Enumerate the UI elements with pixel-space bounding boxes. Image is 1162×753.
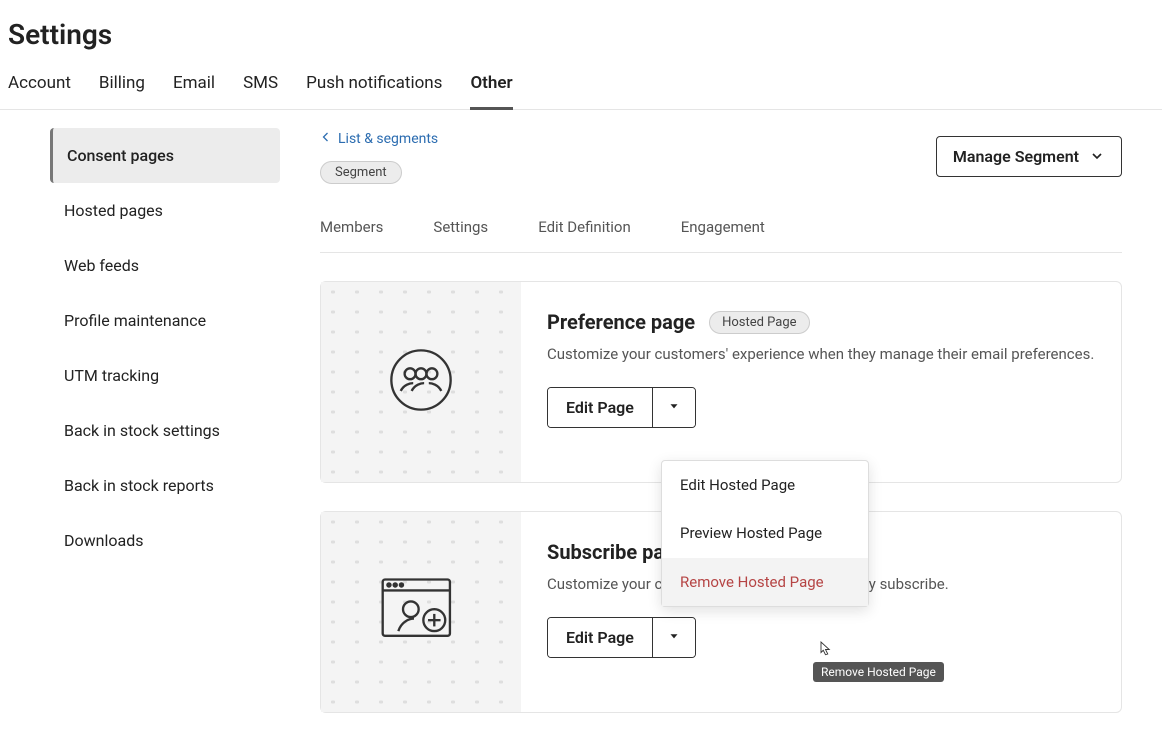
segment-inner-tabs: Members Settings Edit Definition Engagem…: [320, 208, 1122, 253]
preference-page-illustration: [321, 282, 521, 482]
arrow-left-icon: [320, 131, 332, 147]
main-content: List & segments Segment Manage Segment M…: [320, 128, 1122, 713]
caret-down-icon: [667, 398, 681, 417]
preference-edit-button-group: Edit Page: [547, 387, 696, 428]
inner-tab-settings[interactable]: Settings: [433, 208, 488, 252]
manage-segment-button[interactable]: Manage Segment: [936, 136, 1122, 177]
sidebar-item-back-in-stock-reports[interactable]: Back in stock reports: [50, 458, 280, 513]
sidebar-item-consent-pages[interactable]: Consent pages: [50, 128, 280, 183]
sidebar-item-profile-maintenance[interactable]: Profile maintenance: [50, 293, 280, 348]
dropdown-edit-hosted-page[interactable]: Edit Hosted Page: [662, 461, 868, 509]
top-tabs: Account Billing Email SMS Push notificat…: [0, 59, 1162, 110]
edit-page-dropdown: Edit Hosted Page Preview Hosted Page Rem…: [661, 460, 869, 607]
tab-push-notifications[interactable]: Push notifications: [306, 59, 442, 109]
hosted-page-badge: Hosted Page: [709, 311, 810, 334]
subscribe-edit-button-group: Edit Page: [547, 617, 696, 658]
tab-email[interactable]: Email: [173, 59, 215, 109]
manage-segment-label: Manage Segment: [953, 147, 1079, 166]
dropdown-remove-hosted-page[interactable]: Remove Hosted Page: [662, 558, 868, 606]
subscribe-edit-dropdown-toggle[interactable]: [653, 618, 695, 657]
segment-badge: Segment: [320, 161, 402, 184]
dropdown-preview-hosted-page[interactable]: Preview Hosted Page: [662, 509, 868, 557]
chevron-down-icon: [1089, 148, 1105, 164]
sidebar-item-utm-tracking[interactable]: UTM tracking: [50, 348, 280, 403]
tab-other[interactable]: Other: [470, 59, 512, 109]
page-title: Settings: [0, 0, 1162, 59]
inner-tab-edit-definition[interactable]: Edit Definition: [538, 208, 631, 252]
preference-edit-dropdown-toggle[interactable]: [653, 388, 695, 427]
add-user-window-icon: [378, 573, 464, 651]
sidebar-item-web-feeds[interactable]: Web feeds: [50, 238, 280, 293]
sidebar-item-downloads[interactable]: Downloads: [50, 513, 280, 568]
caret-down-icon: [667, 628, 681, 647]
sidebar-item-back-in-stock-settings[interactable]: Back in stock settings: [50, 403, 280, 458]
tab-account[interactable]: Account: [8, 59, 71, 109]
inner-tab-engagement[interactable]: Engagement: [681, 208, 765, 252]
preference-page-title: Preference page: [547, 310, 695, 334]
tab-sms[interactable]: SMS: [243, 59, 278, 109]
tab-billing[interactable]: Billing: [99, 59, 145, 109]
preference-edit-button[interactable]: Edit Page: [548, 388, 653, 427]
subscribe-edit-button[interactable]: Edit Page: [548, 618, 653, 657]
inner-tab-members[interactable]: Members: [320, 208, 383, 252]
people-group-icon: [382, 341, 460, 423]
back-link-label: List & segments: [338, 131, 438, 147]
preference-page-description: Customize your customers' experience whe…: [547, 344, 1095, 365]
sidebar-item-hosted-pages[interactable]: Hosted pages: [50, 183, 280, 238]
preference-page-card: Preference page Hosted Page Customize yo…: [320, 281, 1122, 483]
back-link-list-segments[interactable]: List & segments: [320, 131, 438, 147]
subscribe-page-illustration: [321, 512, 521, 712]
remove-hosted-page-tooltip: Remove Hosted Page: [813, 662, 944, 682]
sidebar: Consent pages Hosted pages Web feeds Pro…: [50, 128, 280, 568]
